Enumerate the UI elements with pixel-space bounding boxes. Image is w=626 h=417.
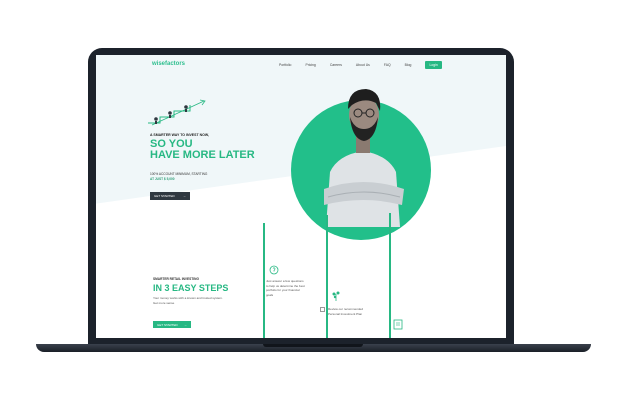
steps-title: IN 3 EASY STEPS [153,283,229,293]
top-navigation: Portfolio Pricing Careers About Us FAQ B… [279,61,442,69]
step-2-checkbox[interactable] [320,307,325,312]
nav-portfolio[interactable]: Portfolio [279,63,291,67]
nav-about-us[interactable]: About Us [356,63,370,67]
nav-blog[interactable]: Blog [405,63,412,67]
website-screen: wisefactors Portfolio Pricing Careers Ab… [96,55,506,338]
hero-person-image [324,89,404,227]
step-1-text: Just answer a few questions to help us d… [266,279,305,297]
arrow-right-icon: → [183,194,186,198]
document-icon [393,319,403,330]
hero-cta-label: GET STARTED [154,194,175,198]
steps-description: Your money works with a known and truste… [153,296,223,305]
hero-eyebrow: A SMARTER WAY TO INVEST NOW, [150,133,209,137]
steps-get-started-button[interactable]: GET STARTED → [153,321,191,328]
questionnaire-icon [269,265,279,275]
brand-logo[interactable]: wisefactors [152,61,185,67]
nav-pricing[interactable]: Pricing [305,63,315,67]
step-divider-line-2 [326,215,328,338]
headline-line-2: HAVE MORE LATER [150,149,255,161]
hero-headline: SO YOU HAVE MORE LATER [150,139,255,161]
nav-faq[interactable]: FAQ [384,63,391,67]
steps-eyebrow: SMARTER RETAIL INVESTING [153,277,199,281]
hero-subtext: 100% ACCOUNT MINIMUM, STARTING AT JUST $… [150,172,230,182]
hero-get-started-button[interactable]: GET STARTED → [150,192,190,200]
step-2-text: Review our recommended Personal Investme… [328,307,364,316]
laptop-notch [263,344,363,347]
growth-stairs-illustration [148,99,206,126]
subtext-line-2: AT JUST $ 5,000 [150,177,175,181]
step-divider-line-1 [263,223,265,338]
plan-plant-icon [332,291,340,301]
steps-cta-label: GET STARTED [157,322,178,327]
login-button[interactable]: Login [425,61,442,69]
arrow-right-icon: → [184,322,187,327]
nav-careers[interactable]: Careers [330,63,342,67]
subtext-line-1: 100% ACCOUNT MINIMUM, STARTING [150,172,208,176]
step-divider-line-3 [389,213,391,338]
